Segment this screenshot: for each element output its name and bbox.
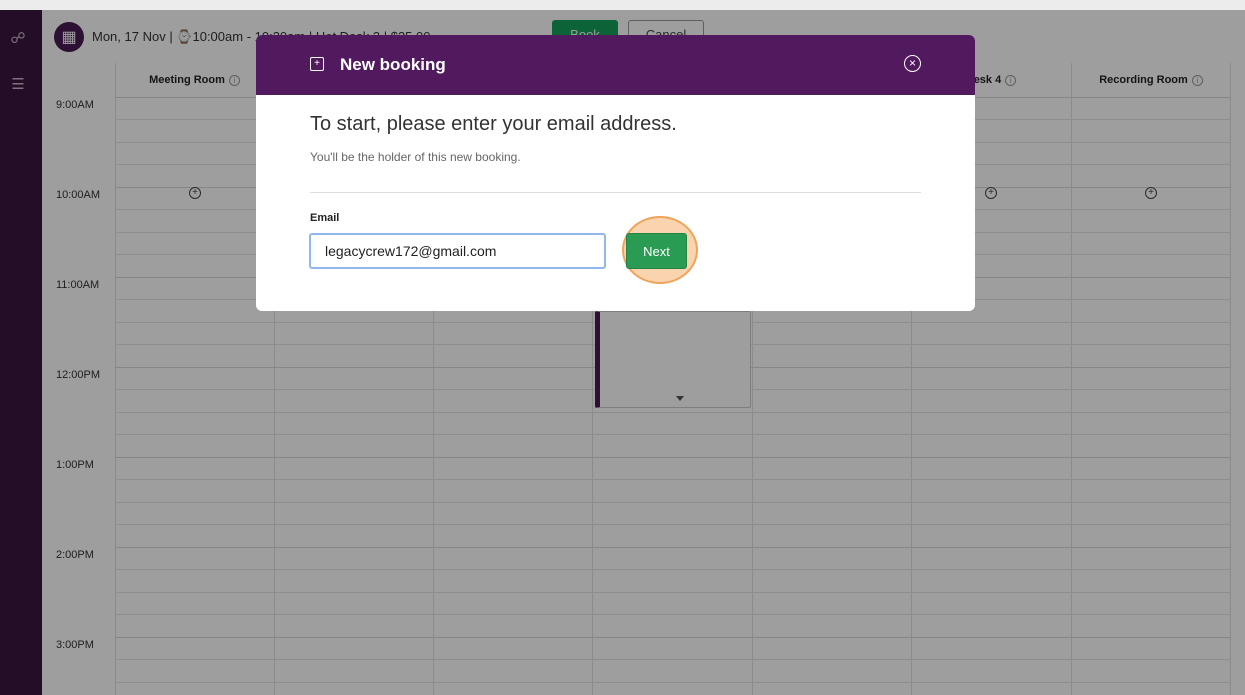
modal-header: + New booking ×: [256, 35, 975, 95]
next-button[interactable]: Next: [626, 233, 687, 269]
email-field[interactable]: [309, 233, 606, 269]
close-icon[interactable]: ×: [904, 55, 921, 72]
app-window: ☍ ☰ ▦ Mon, 17 Nov | ⌚10:00am - 10:30am |…: [0, 10, 1245, 695]
modal-heading: To start, please enter your email addres…: [310, 113, 677, 135]
divider: [310, 192, 921, 193]
modal-title: New booking: [340, 55, 446, 74]
calendar-plus-icon: +: [310, 57, 324, 71]
new-booking-modal: + New booking × To start, please enter y…: [256, 35, 975, 311]
modal-subtext: You'll be the holder of this new booking…: [310, 150, 521, 164]
email-label: Email: [310, 212, 340, 224]
